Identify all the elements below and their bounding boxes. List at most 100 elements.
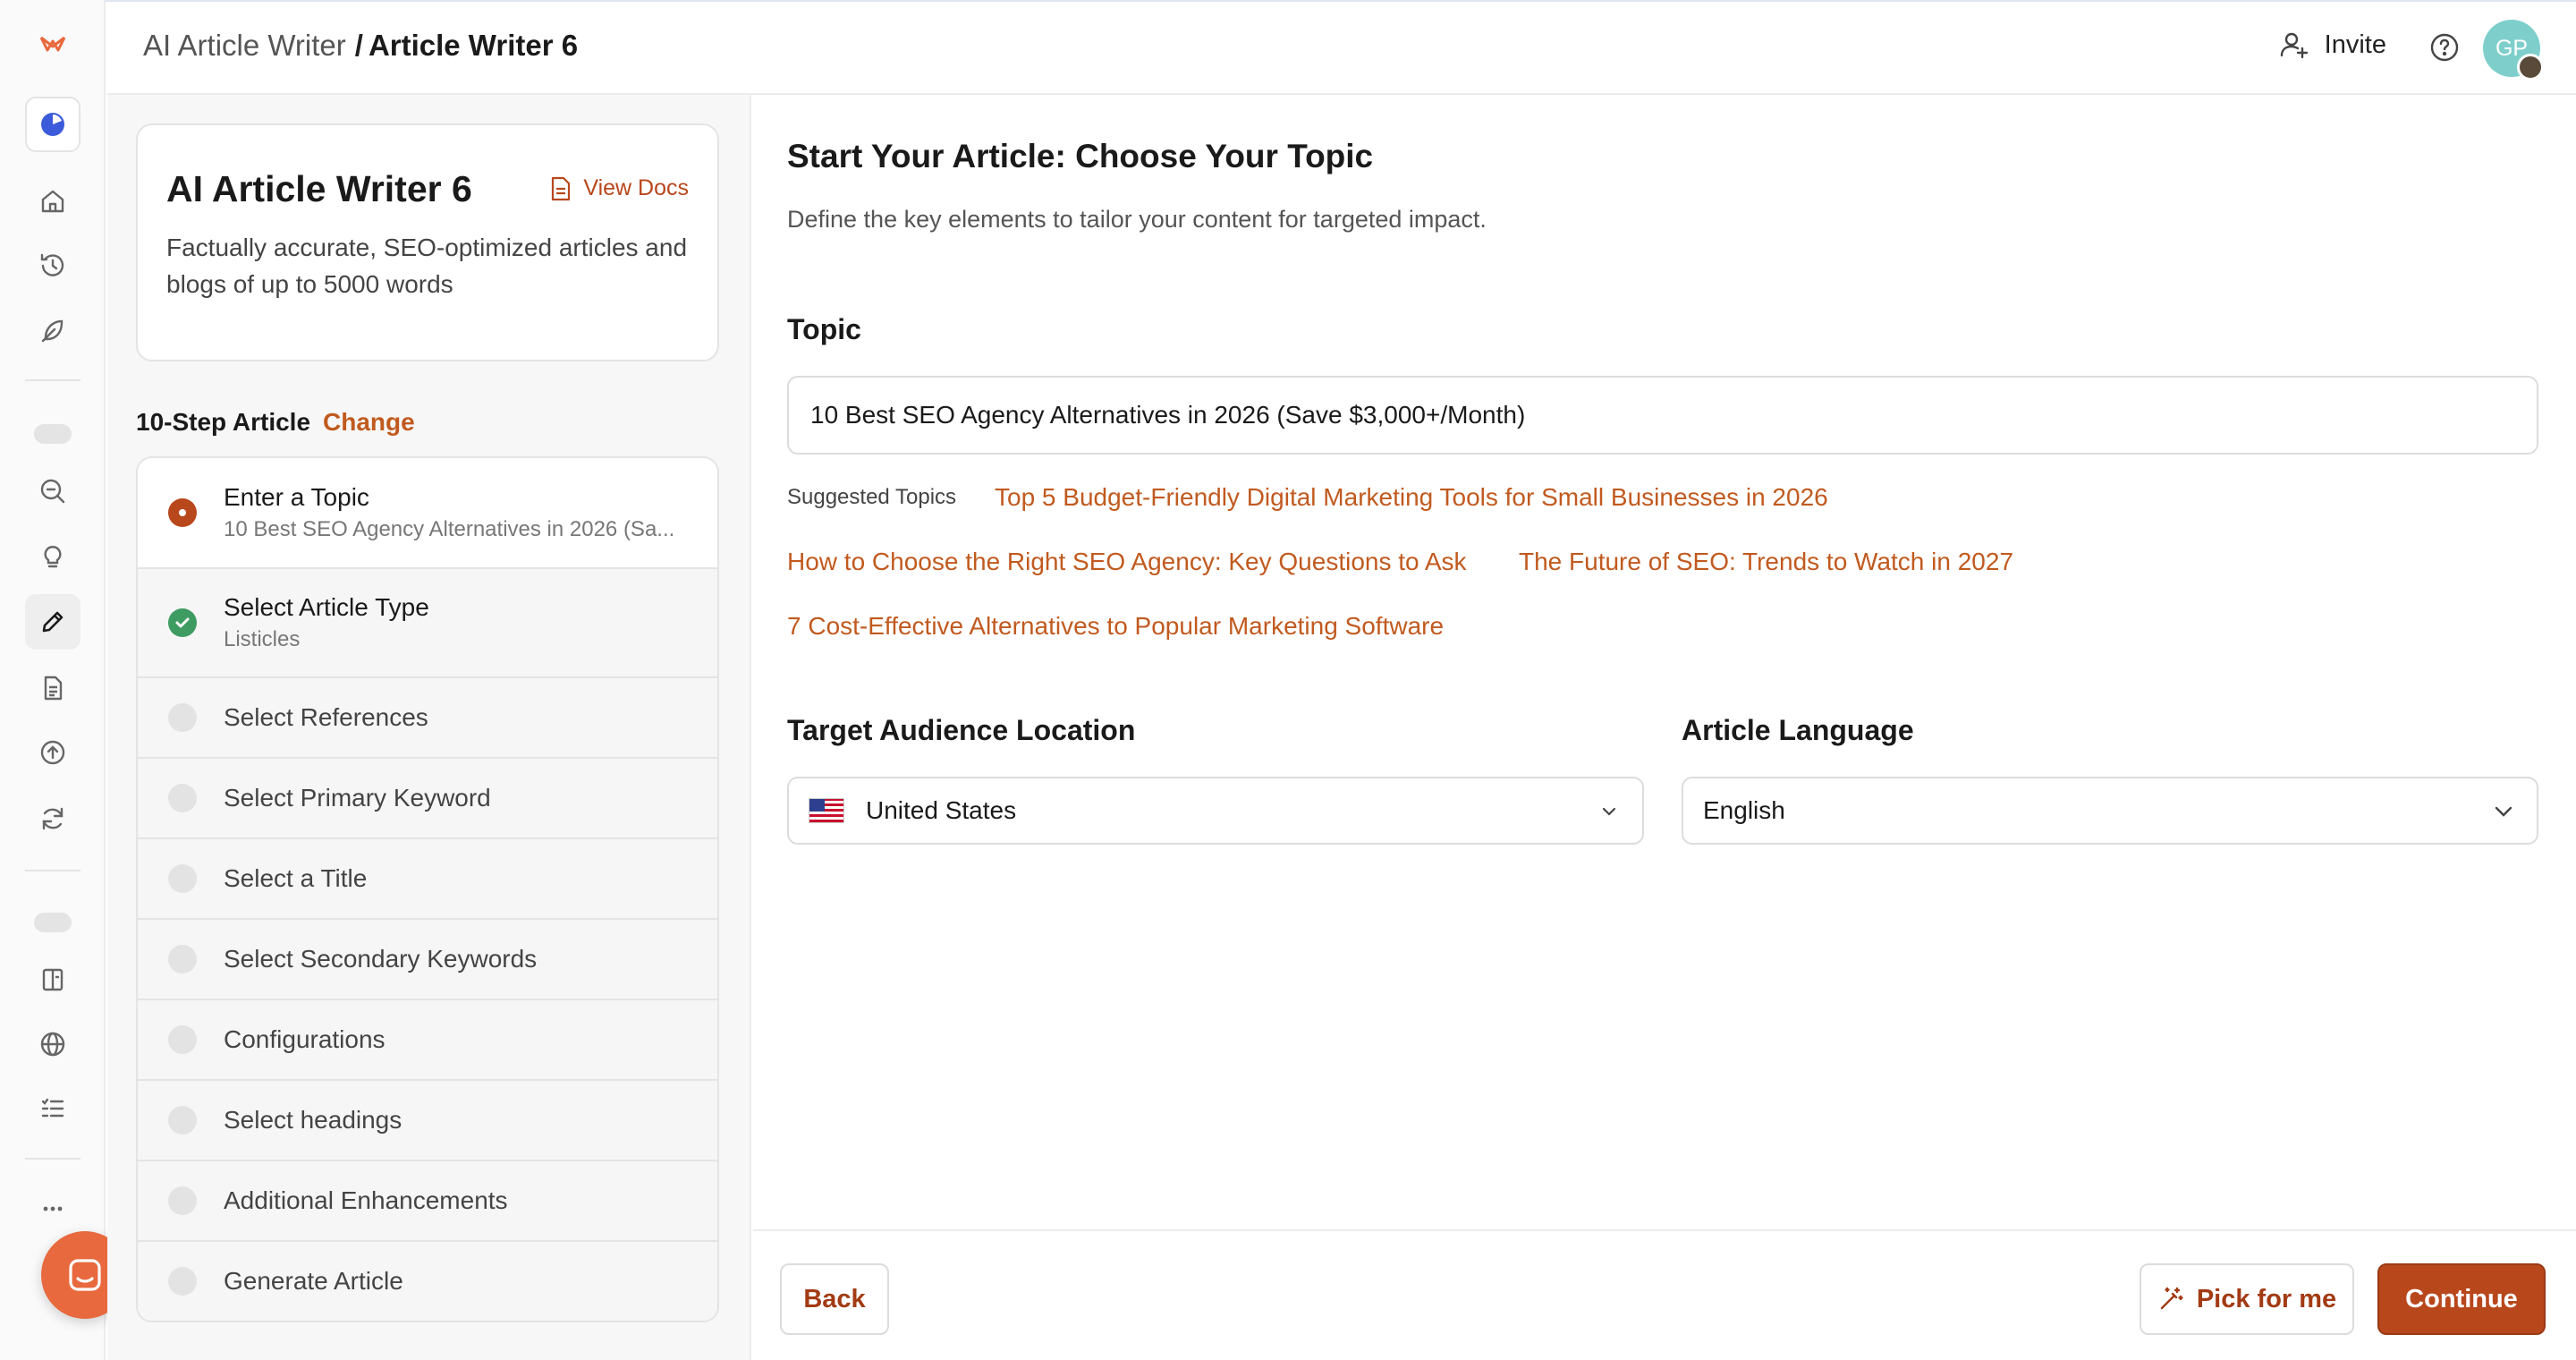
step-label: Additional Enhancements xyxy=(224,1186,508,1214)
workspace-icon[interactable] xyxy=(25,97,80,152)
step-summary: 10 Best SEO Agency Alternatives in 2026 … xyxy=(224,517,675,541)
suggested-topic-link[interactable]: 7 Cost-Effective Alternatives to Popular… xyxy=(787,612,1444,641)
language-select[interactable]: English xyxy=(1682,777,2538,845)
us-flag-icon xyxy=(809,798,844,823)
feather-icon[interactable] xyxy=(25,302,80,358)
breadcrumb-separator: / xyxy=(354,29,363,62)
pick-for-me-label: Pick for me xyxy=(2196,1284,2337,1313)
add-user-icon xyxy=(2280,32,2308,59)
breadcrumb: AI Article Writer / Article Writer 6 xyxy=(143,29,578,63)
step-label: Enter a Topic xyxy=(224,483,369,511)
topic-input[interactable] xyxy=(787,376,2538,455)
help-icon[interactable] xyxy=(2429,32,2460,63)
step-pending-icon xyxy=(168,945,197,973)
language-value: English xyxy=(1703,796,1785,824)
history-icon[interactable] xyxy=(25,238,80,293)
location-select[interactable]: United States xyxy=(787,777,1644,845)
left-rail xyxy=(0,0,106,1360)
step-additional-enhancements[interactable]: Additional Enhancements xyxy=(138,1160,717,1240)
invite-button[interactable]: Invite xyxy=(2278,29,2386,61)
step-summary: Listicles xyxy=(224,627,301,651)
top-header: AI Article Writer / Article Writer 6 Invit… xyxy=(107,2,2576,95)
steps-list: Enter a Topic 10 Best SEO Agency Alterna… xyxy=(136,456,719,1322)
chevron-down-icon xyxy=(2495,806,2512,817)
step-label: Select Secondary Keywords xyxy=(224,945,538,973)
back-button[interactable]: Back xyxy=(780,1263,889,1335)
step-label: Select headings xyxy=(224,1106,402,1134)
logo-icon[interactable] xyxy=(25,16,80,72)
step-select-references[interactable]: Select References xyxy=(138,676,717,757)
step-pending-icon xyxy=(168,1186,197,1215)
pick-for-me-button[interactable]: Pick for me xyxy=(2140,1263,2354,1335)
step-select-title[interactable]: Select a Title xyxy=(138,837,717,918)
location-value: United States xyxy=(866,796,1017,824)
suggested-topic-link[interactable]: Top 5 Budget-Friendly Digital Marketing … xyxy=(995,483,1828,512)
tool-description: Factually accurate, SEO-optimized articl… xyxy=(166,234,688,298)
step-select-secondary-keywords[interactable]: Select Secondary Keywords xyxy=(138,918,717,999)
step-label: Select a Title xyxy=(224,864,368,892)
home-icon[interactable] xyxy=(25,174,80,229)
step-label: Generate Article xyxy=(224,1267,403,1295)
tool-title: AI Article Writer 6 xyxy=(166,168,472,209)
upload-icon[interactable] xyxy=(25,725,80,780)
steps-panel: AI Article Writer 6 View Docs Factually … xyxy=(107,95,751,1360)
step-select-primary-keyword[interactable]: Select Primary Keyword xyxy=(138,757,717,837)
avatar[interactable]: GP xyxy=(2483,20,2544,81)
page-subtitle: Define the key elements to tailor your c… xyxy=(787,206,1487,233)
rail-divider xyxy=(25,379,80,381)
rail-section-pill xyxy=(34,913,72,932)
step-label: Select References xyxy=(224,703,428,731)
suggested-topic-link[interactable]: How to Choose the Right SEO Agency: Key … xyxy=(787,548,1467,576)
step-label: Select Article Type xyxy=(224,593,429,621)
rail-divider xyxy=(25,1158,80,1160)
avatar-badge xyxy=(2517,54,2544,81)
lightbulb-icon[interactable] xyxy=(25,528,80,583)
topic-label: Topic xyxy=(787,313,861,345)
magic-wand-icon xyxy=(2160,1287,2183,1310)
rail-divider xyxy=(25,870,80,871)
invite-label: Invite xyxy=(2324,30,2386,59)
continue-button[interactable]: Continue xyxy=(2377,1263,2546,1335)
steps-heading-label: 10-Step Article xyxy=(136,408,311,436)
step-select-article-type[interactable]: Select Article Type Listicles xyxy=(138,567,717,676)
steps-heading: 10-Step Article Change xyxy=(136,408,415,437)
breadcrumb-current: Article Writer 6 xyxy=(368,29,579,62)
document-icon[interactable] xyxy=(25,660,80,716)
action-footer: Back Pick for me Continue xyxy=(753,1229,2576,1360)
more-icon[interactable] xyxy=(25,1181,80,1237)
step-label: Select Primary Keyword xyxy=(224,784,491,812)
document-icon xyxy=(552,176,571,200)
tool-info-card: AI Article Writer 6 View Docs Factually … xyxy=(136,123,719,361)
language-label: Article Language xyxy=(1682,714,1914,746)
step-pending-icon xyxy=(168,703,197,732)
globe-icon[interactable] xyxy=(25,1016,80,1072)
check-circle-icon xyxy=(168,608,197,637)
step-pending-icon xyxy=(168,864,197,893)
step-select-headings[interactable]: Select headings xyxy=(138,1079,717,1160)
step-enter-topic[interactable]: Enter a Topic 10 Best SEO Agency Alterna… xyxy=(138,458,717,567)
view-docs-link[interactable]: View Docs xyxy=(549,175,689,201)
chevron-down-icon xyxy=(1602,807,1616,816)
search-icon[interactable] xyxy=(25,463,80,519)
pencil-icon[interactable] xyxy=(25,594,80,650)
checklist-icon[interactable] xyxy=(25,1081,80,1136)
suggested-topic-link[interactable]: The Future of SEO: Trends to Watch in 20… xyxy=(1519,548,2013,576)
step-current-icon xyxy=(168,498,197,527)
change-steps-link[interactable]: Change xyxy=(323,408,415,436)
breadcrumb-parent[interactable]: AI Article Writer xyxy=(143,29,346,62)
view-docs-label: View Docs xyxy=(583,175,689,200)
step-configurations[interactable]: Configurations xyxy=(138,999,717,1079)
step-pending-icon xyxy=(168,1267,197,1296)
rail-section-pill xyxy=(34,424,72,444)
refresh-icon[interactable] xyxy=(25,791,80,846)
location-label: Target Audience Location xyxy=(787,714,1136,746)
step-generate-article[interactable]: Generate Article xyxy=(138,1240,717,1321)
suggested-topics-label: Suggested Topics xyxy=(787,485,957,509)
step-label: Configurations xyxy=(224,1025,386,1053)
step-pending-icon xyxy=(168,1025,197,1054)
step-pending-icon xyxy=(168,784,197,812)
main-content: Start Your Article: Choose Your Topic De… xyxy=(753,95,2576,1360)
book-icon[interactable] xyxy=(25,952,80,1007)
step-pending-icon xyxy=(168,1106,197,1135)
page-title: Start Your Article: Choose Your Topic xyxy=(787,138,1374,174)
